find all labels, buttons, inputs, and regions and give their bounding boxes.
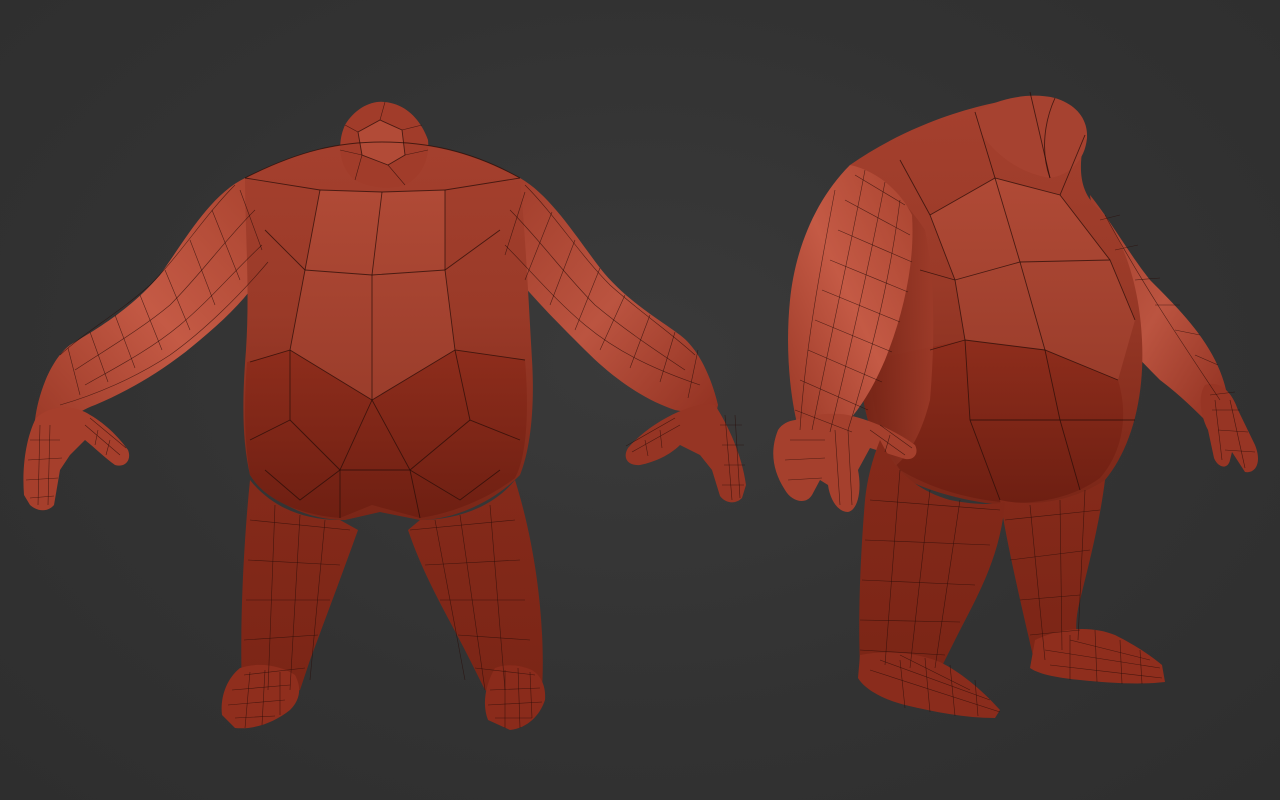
sculpt-viewport[interactable] [0,0,1280,800]
tq-back-foot [1030,628,1165,684]
three-quarter-view-model[interactable] [773,91,1259,718]
front-left-arm [35,178,268,440]
front-left-foot [221,664,300,729]
front-right-foot [484,665,546,730]
viewport-canvas[interactable] [0,0,1280,800]
front-view-model[interactable] [23,101,746,730]
tq-front-foot [858,652,1000,718]
front-right-arm [505,178,718,430]
tq-back-hand [1200,383,1259,473]
